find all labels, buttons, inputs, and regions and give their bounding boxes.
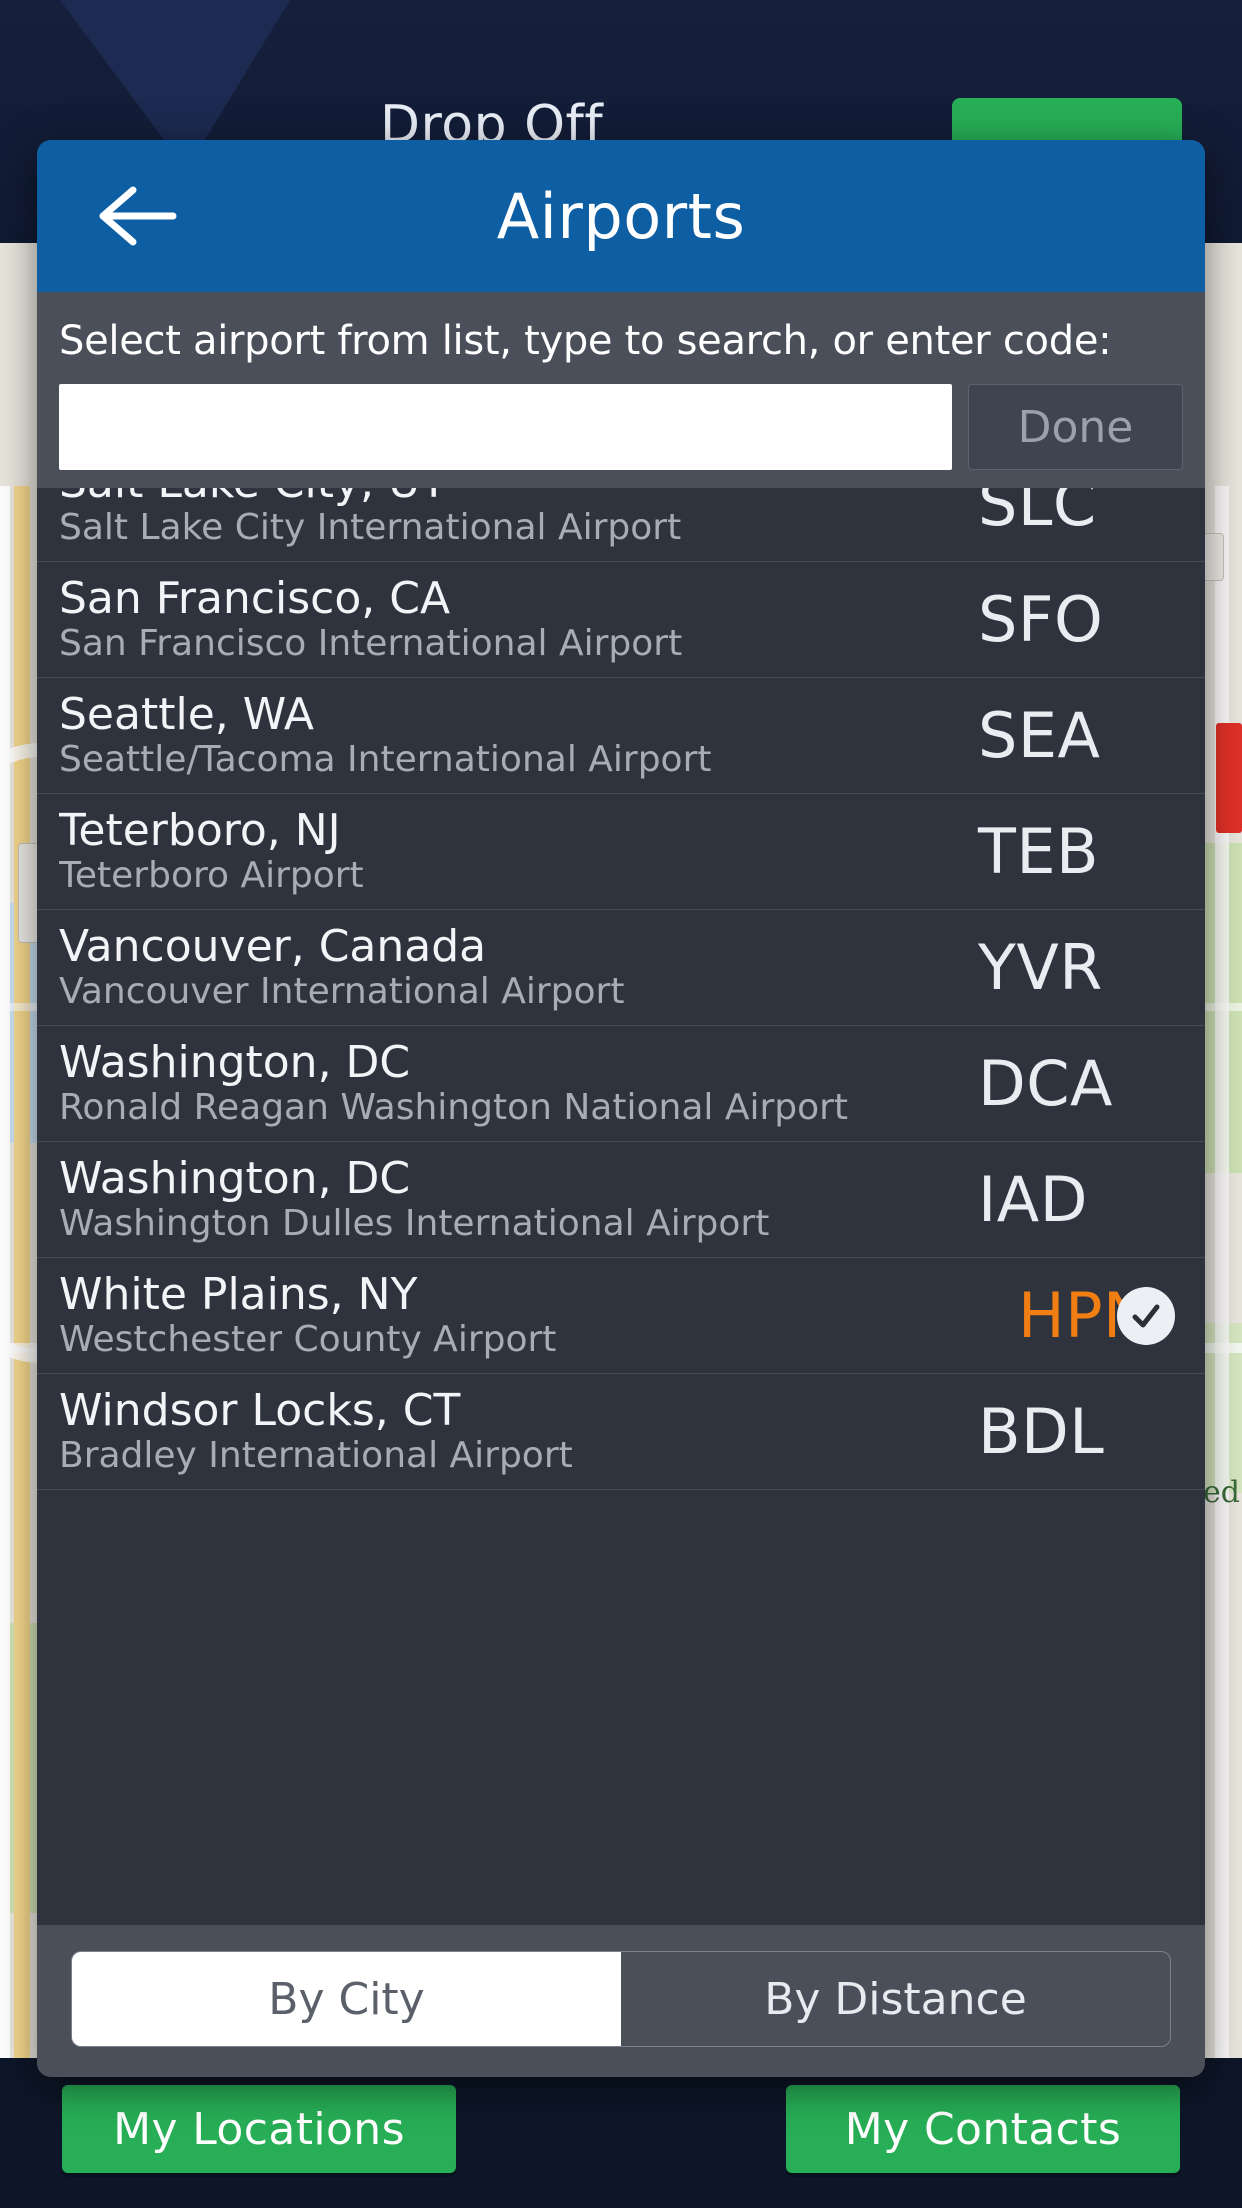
airport-city: White Plains, NY	[59, 1270, 418, 1319]
airport-row-text: San Francisco, CA San Francisco Internati…	[59, 575, 968, 664]
airport-row[interactable]: Vancouver, Canada Vancouver International…	[37, 910, 1205, 1026]
airport-row[interactable]: Teterboro, NJ Teterboro Airport TEB	[37, 794, 1205, 910]
airport-code: SFO	[978, 583, 1104, 656]
airport-name: Seattle/Tacoma International Airport	[59, 740, 712, 781]
check-circle-icon	[1117, 1286, 1175, 1345]
airport-row-text: White Plains, NY Westchester County Airpo…	[59, 1271, 1008, 1360]
airport-row-text: Washington, DC Washington Dulles Internat…	[59, 1155, 968, 1244]
airport-row-text: Salt Lake City, UT Salt Lake City Interna…	[59, 488, 968, 548]
dialog-header: Airports	[37, 140, 1205, 292]
airport-name: Salt Lake City International Airport	[59, 508, 682, 549]
airport-row[interactable]: San Francisco, CA San Francisco Internati…	[37, 562, 1205, 678]
airport-code: BDL	[978, 1395, 1105, 1468]
airport-search-input[interactable]	[59, 384, 952, 470]
airport-code: TEB	[978, 815, 1100, 888]
airport-city: Washington, DC	[59, 1038, 411, 1087]
airport-row-text: Seattle, WA Seattle/Tacoma International …	[59, 691, 968, 780]
airport-name: Westchester County Airport	[59, 1320, 557, 1361]
airport-row[interactable]: Washington, DC Ronald Reagan Washington N…	[37, 1026, 1205, 1142]
my-contacts-button[interactable]: My Contacts	[786, 2085, 1180, 2173]
airport-row[interactable]: Washington, DC Washington Dulles Internat…	[37, 1142, 1205, 1258]
map-street-label: ed	[1203, 1475, 1240, 1510]
airport-name: Bradley International Airport	[59, 1436, 573, 1477]
airport-list-inner: Salt Lake City, UT Salt Lake City Interna…	[37, 488, 1205, 1490]
airport-row[interactable]: Seattle, WA Seattle/Tacoma International …	[37, 678, 1205, 794]
airport-row-text: Teterboro, NJ Teterboro Airport	[59, 807, 968, 896]
airport-row-text: Vancouver, Canada Vancouver International…	[59, 923, 968, 1012]
airport-row-text: Washington, DC Ronald Reagan Washington N…	[59, 1039, 968, 1128]
airport-row[interactable]: White Plains, NY Westchester County Airpo…	[37, 1258, 1205, 1374]
my-locations-button[interactable]: My Locations	[62, 2085, 456, 2173]
airport-name: Ronald Reagan Washington National Airpor…	[59, 1088, 849, 1129]
airport-city: Windsor Locks, CT	[59, 1386, 461, 1435]
dialog-instruction-text: Select airport from list, type to search…	[59, 318, 1112, 364]
airport-city: Salt Lake City, UT	[59, 488, 968, 506]
search-row: Done	[37, 364, 1205, 488]
airport-row-text: Windsor Locks, CT Bradley International A…	[59, 1387, 968, 1476]
airport-city: Seattle, WA	[59, 690, 314, 739]
airport-name: Vancouver International Airport	[59, 972, 625, 1013]
airport-code: YVR	[978, 931, 1103, 1004]
airport-city: Vancouver, Canada	[59, 922, 487, 971]
airport-row[interactable]: Salt Lake City, UT Salt Lake City Interna…	[37, 488, 1205, 562]
airport-row[interactable]: Windsor Locks, CT Bradley International A…	[37, 1374, 1205, 1490]
airport-city: Washington, DC	[59, 1154, 411, 1203]
airport-code: SLC	[978, 488, 1097, 540]
airport-city: Teterboro, NJ	[59, 806, 341, 855]
airport-code: SEA	[978, 699, 1101, 772]
airport-list[interactable]: Salt Lake City, UT Salt Lake City Interna…	[37, 488, 1205, 1925]
airport-name: San Francisco International Airport	[59, 624, 683, 665]
tab-by-city[interactable]: By City	[71, 1951, 621, 2047]
airport-name: Teterboro Airport	[59, 856, 364, 897]
app-screen: Drop Off ed My Locations My Contacts Air…	[0, 0, 1242, 2208]
airports-dialog: Airports Select airport from list, type …	[37, 140, 1205, 2077]
dialog-instruction-area: Select airport from list, type to search…	[37, 292, 1205, 364]
airport-code: IAD	[978, 1163, 1088, 1236]
tab-by-distance[interactable]: By Distance	[621, 1951, 1171, 2047]
map-marker[interactable]	[1216, 723, 1242, 833]
done-button[interactable]: Done	[968, 384, 1183, 470]
dialog-title: Airports	[496, 179, 746, 253]
sort-segmented-control: By City By Distance	[37, 1925, 1205, 2077]
airport-name: Washington Dulles International Airport	[59, 1204, 770, 1245]
back-arrow-icon[interactable]	[95, 184, 179, 248]
airport-code: DCA	[978, 1047, 1113, 1120]
airport-city: San Francisco, CA	[59, 574, 451, 623]
